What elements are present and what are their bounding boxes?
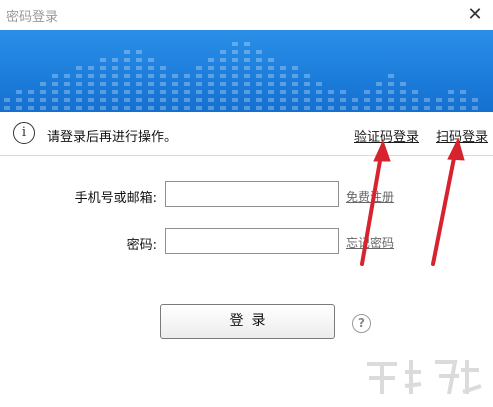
register-link[interactable]: 免费注册 [346, 188, 394, 205]
info-icon: i [13, 122, 35, 144]
site-logo-watermark [367, 360, 482, 395]
scan-login-link[interactable]: 扫码登录 [436, 126, 488, 145]
header-banner [0, 30, 493, 112]
info-message: 请登录后再进行操作。 [47, 130, 178, 145]
divider [0, 155, 493, 156]
help-icon[interactable]: ? [352, 314, 371, 333]
account-input[interactable] [165, 181, 339, 207]
password-label: 密码: [126, 238, 157, 253]
login-button[interactable]: 登录 [160, 304, 335, 339]
sms-login-link[interactable]: 验证码登录 [354, 126, 419, 145]
info-row: i 请登录后再进行操作。 验证码登录 扫码登录 [0, 112, 493, 156]
window-title: 密码登录 [6, 10, 59, 25]
forgot-password-link[interactable]: 忘记密码 [346, 234, 394, 251]
banner-dot-pattern [4, 42, 478, 110]
close-icon[interactable]: ✕ [462, 2, 488, 28]
annotation-arrow-right [431, 151, 457, 266]
password-input[interactable] [165, 228, 339, 254]
title-bar: 密码登录 ✕ [0, 0, 493, 30]
account-label: 手机号或邮箱: [74, 191, 157, 206]
